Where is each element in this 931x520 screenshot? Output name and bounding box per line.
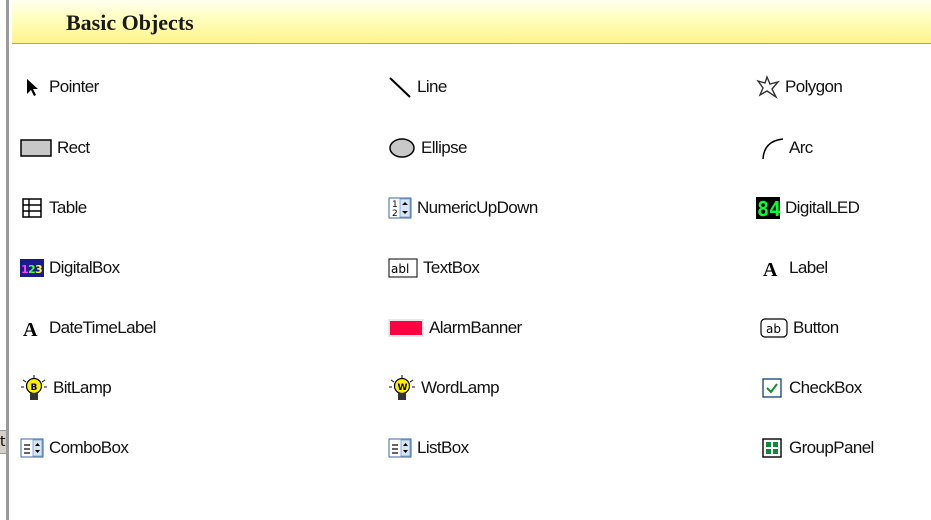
bitlamp-icon: B (20, 375, 48, 400)
object-label: Pointer (49, 77, 99, 96)
svg-text:A: A (23, 319, 38, 340)
numeric-updown-icon: 1 2 (388, 196, 412, 220)
svg-text:B: B (31, 383, 38, 393)
object-item-button[interactable]: ab Button (760, 310, 839, 346)
svg-text:ab: ab (766, 322, 781, 336)
wordlamp-icon: W (388, 375, 416, 400)
textbox-icon: abl (388, 256, 418, 280)
object-item-line[interactable]: Line (388, 69, 447, 105)
object-item-digitalled[interactable]: 84 DigitalLED (756, 190, 860, 226)
object-label: DigitalBox (49, 258, 120, 277)
svg-text:abl: abl (391, 262, 409, 276)
arc-icon (760, 136, 784, 160)
digital-box-icon: 1 2 3 (20, 256, 44, 280)
object-label: Arc (789, 138, 813, 157)
object-label: Button (793, 318, 839, 337)
object-label: ComboBox (49, 438, 129, 457)
svg-text:2: 2 (392, 209, 398, 219)
object-item-label[interactable]: A Label (760, 250, 828, 286)
object-item-rect[interactable]: Rect (20, 130, 90, 166)
rect-icon (20, 136, 52, 160)
object-item-arc[interactable]: Arc (760, 130, 813, 166)
datetime-label-icon: A (20, 316, 44, 340)
object-label: ListBox (417, 438, 469, 457)
svg-text:3: 3 (35, 263, 43, 276)
object-item-grouppanel[interactable]: GroupPanel (760, 430, 874, 466)
digital-led-icon: 84 (756, 196, 780, 220)
objects-grid: Pointer Line Polygon Rect Ellipse Arc Ta… (0, 0, 931, 520)
object-label: NumericUpDown (417, 198, 538, 217)
object-item-alarmbanner[interactable]: AlarmBanner (388, 310, 522, 346)
object-item-wordlamp[interactable]: W WordLamp (388, 370, 500, 406)
object-label: Polygon (785, 77, 843, 96)
pointer-icon (20, 75, 44, 99)
object-label: TextBox (423, 258, 480, 277)
checkbox-icon (760, 376, 784, 400)
object-item-table[interactable]: Table (20, 190, 87, 226)
object-label: WordLamp (421, 378, 500, 397)
combobox-icon (20, 436, 44, 460)
object-label: BitLamp (53, 378, 112, 397)
object-item-pointer[interactable]: Pointer (20, 69, 99, 105)
object-item-datetimelabel[interactable]: A DateTimeLabel (20, 310, 156, 346)
polygon-icon (756, 75, 780, 99)
object-label: Rect (57, 138, 90, 157)
object-item-checkbox[interactable]: CheckBox (760, 370, 862, 406)
line-icon (388, 75, 412, 99)
object-item-textbox[interactable]: abl TextBox (388, 250, 480, 286)
ellipse-icon (388, 136, 416, 160)
svg-text:84: 84 (757, 197, 780, 220)
svg-text:W: W (398, 383, 408, 393)
object-item-listbox[interactable]: ListBox (388, 430, 469, 466)
object-item-ellipse[interactable]: Ellipse (388, 130, 467, 166)
table-icon (20, 196, 44, 220)
listbox-icon (388, 436, 412, 460)
svg-text:A: A (763, 259, 778, 280)
object-label: DigitalLED (785, 198, 860, 217)
object-label: GroupPanel (789, 438, 874, 457)
object-item-combobox[interactable]: ComboBox (20, 430, 129, 466)
object-label: DateTimeLabel (49, 318, 156, 337)
object-item-digitalbox[interactable]: 1 2 3 DigitalBox (20, 250, 120, 286)
object-label: Table (49, 198, 87, 217)
object-label: Line (417, 77, 447, 96)
object-item-polygon[interactable]: Polygon (756, 69, 843, 105)
object-item-numericupdown[interactable]: 1 2 NumericUpDown (388, 190, 538, 226)
button-icon: ab (760, 316, 788, 340)
object-label: AlarmBanner (429, 318, 522, 337)
object-label: Ellipse (421, 138, 467, 157)
alarm-banner-icon (388, 316, 424, 340)
group-panel-icon (760, 436, 784, 460)
object-label: Label (789, 258, 828, 277)
label-icon: A (760, 256, 784, 280)
object-item-bitlamp[interactable]: B BitLamp (20, 370, 112, 406)
object-label: CheckBox (789, 378, 862, 397)
